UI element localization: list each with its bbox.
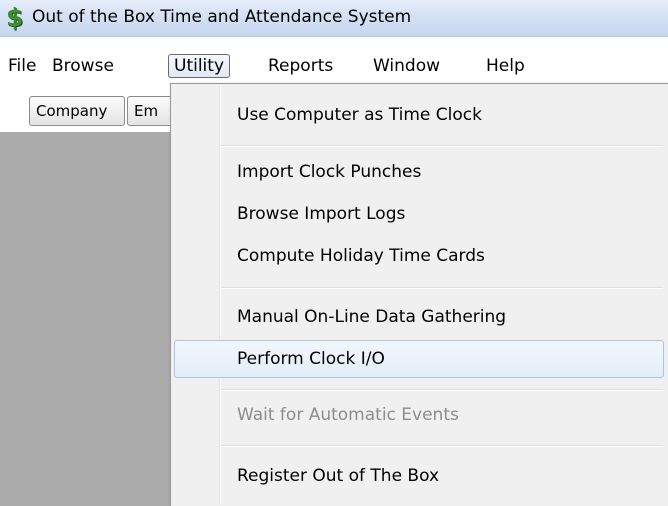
menu-item-label: Browse Import Logs [237, 204, 406, 224]
menu-file[interactable]: File [8, 55, 36, 77]
title-bar: $ Out of the Box Time and Attendance Sys… [0, 0, 668, 37]
menu-item-label: Wait for Automatic Events [237, 405, 459, 425]
menu-reports[interactable]: Reports [268, 55, 333, 77]
menu-item-perform-clock-io[interactable]: Perform Clock I/O [174, 340, 664, 378]
employee-button[interactable]: Em [127, 96, 175, 126]
menu-icon-gutter [219, 86, 221, 504]
menu-item-use-computer-as-time-clock[interactable]: Use Computer as Time Clock [174, 96, 664, 134]
menu-separator [221, 287, 663, 289]
menu-item-register-out-of-the-box[interactable]: Register Out of The Box [174, 457, 664, 495]
menu-utility[interactable]: Utility [168, 54, 231, 78]
menu-item-label: Register Out of The Box [237, 466, 440, 486]
menu-item-wait-for-automatic-events: Wait for Automatic Events [174, 396, 664, 434]
menu-separator [221, 145, 663, 147]
menu-separator [221, 445, 663, 447]
menu-bar: File Browse Utility Reports Window Help [0, 38, 668, 84]
company-button[interactable]: Company [29, 96, 125, 126]
menu-separator [221, 389, 663, 391]
menu-item-label: Manual On-Line Data Gathering [237, 307, 507, 327]
menu-item-import-clock-punches[interactable]: Import Clock Punches [174, 153, 664, 191]
menu-item-label: Perform Clock I/O [237, 349, 385, 369]
dollar-sign-icon: $ [6, 3, 24, 32]
menu-item-label: Import Clock Punches [237, 162, 422, 182]
menu-item-label: Use Computer as Time Clock [237, 105, 482, 125]
menu-item-browse-import-logs[interactable]: Browse Import Logs [174, 195, 664, 233]
menu-window[interactable]: Window [373, 55, 440, 77]
menu-item-manual-online-data-gathering[interactable]: Manual On-Line Data Gathering [174, 298, 664, 336]
utility-dropdown-menu: Use Computer as Time Clock Import Clock … [170, 83, 668, 506]
window-title: Out of the Box Time and Attendance Syste… [32, 7, 412, 27]
menu-help[interactable]: Help [486, 55, 525, 77]
menu-item-label: Compute Holiday Time Cards [237, 246, 485, 266]
menu-browse[interactable]: Browse [52, 55, 114, 77]
menu-item-compute-holiday-time-cards[interactable]: Compute Holiday Time Cards [174, 237, 664, 275]
